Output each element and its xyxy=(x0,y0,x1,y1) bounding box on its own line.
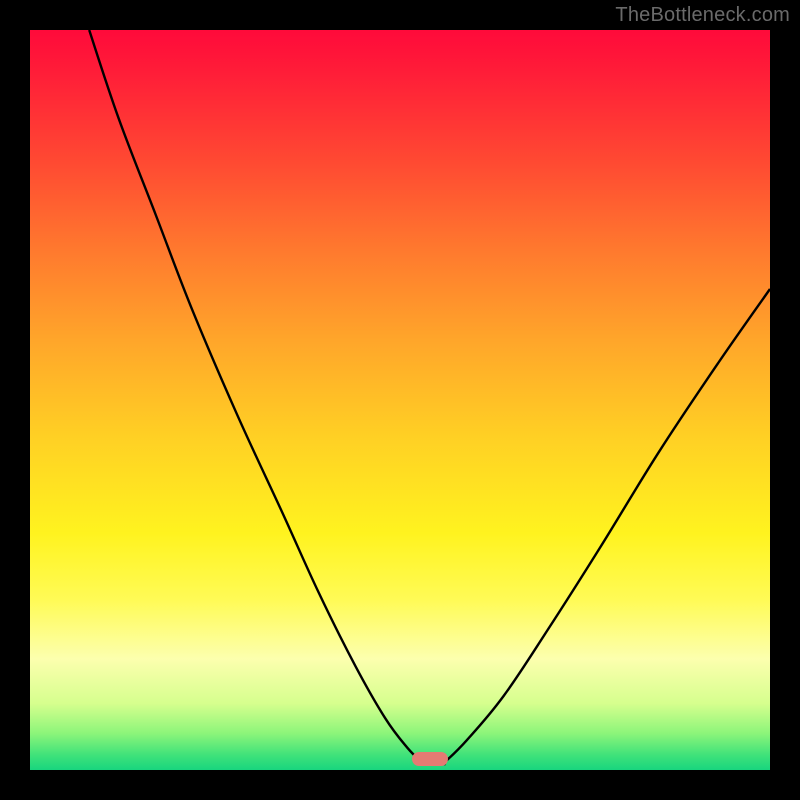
plot-area xyxy=(30,30,770,770)
optimal-marker xyxy=(412,752,448,766)
watermark-text: TheBottleneck.com xyxy=(615,4,790,27)
curve-path xyxy=(89,30,770,764)
chart-frame: TheBottleneck.com xyxy=(0,0,800,800)
bottleneck-curve xyxy=(30,30,770,770)
